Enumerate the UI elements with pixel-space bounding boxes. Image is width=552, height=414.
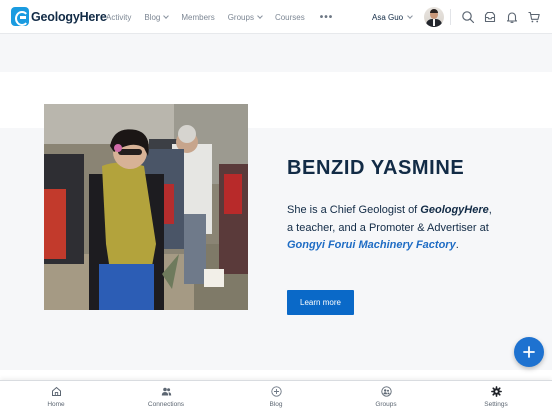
home-icon xyxy=(51,386,61,396)
inbox-icon[interactable] xyxy=(483,10,497,24)
header-divider xyxy=(450,9,451,25)
company-link[interactable]: Gongyi Forui Machinery Factory xyxy=(287,239,456,251)
nav-activity-label: Activity xyxy=(106,12,132,22)
tab-blog[interactable]: Blog xyxy=(236,386,316,408)
top-navbar: GeologyHere Activity Blog Members Groups… xyxy=(0,0,552,34)
bio-text-2: , xyxy=(488,204,492,216)
groups-icon xyxy=(380,386,392,397)
bell-icon[interactable] xyxy=(505,10,519,24)
nav-activity[interactable]: Activity xyxy=(106,13,131,22)
tab-blog-label: Blog xyxy=(269,401,283,408)
more-menu-icon[interactable]: ••• xyxy=(320,12,334,23)
profile-bio: She is a Chief Geologist of GeologyHere,… xyxy=(287,202,527,255)
nav-courses[interactable]: Courses xyxy=(275,13,305,22)
chevron-down-icon xyxy=(257,12,263,19)
tab-connections[interactable]: Connections xyxy=(126,386,206,408)
plus-icon xyxy=(523,346,535,358)
tab-groups[interactable]: Groups xyxy=(346,386,426,408)
tab-home[interactable]: Home xyxy=(16,386,96,408)
main-nav: Activity Blog Members Groups Courses ••• xyxy=(106,0,346,34)
avatar[interactable] xyxy=(424,7,445,27)
learn-more-button[interactable]: Learn more xyxy=(287,290,354,315)
bottom-tab-bar: Home Connections Blog Groups Settings xyxy=(0,380,552,414)
bio-text-3: a teacher, and a Promoter & Advertiser a… xyxy=(287,221,489,234)
chevron-down-icon xyxy=(163,12,170,19)
tab-settings-label: Settings xyxy=(484,401,508,408)
nav-groups-label: Groups xyxy=(227,12,254,22)
nav-courses-label: Courses xyxy=(274,12,305,22)
fab-plus-button[interactable] xyxy=(514,337,544,367)
bio-text-4: . xyxy=(455,239,459,251)
bio-brand: GeologyHere xyxy=(420,204,489,216)
chevron-down-icon xyxy=(407,12,413,19)
hero-top-band xyxy=(0,34,552,72)
user-menu[interactable]: Asa Guo xyxy=(372,7,445,27)
tab-home-label: Home xyxy=(47,401,65,408)
profile-photo xyxy=(44,104,248,310)
tab-connections-label: Connections xyxy=(147,401,185,408)
bio-text-1: She is a Chief Geologist of xyxy=(287,204,421,216)
tab-groups-label: Groups xyxy=(375,401,397,408)
tab-settings[interactable]: Settings xyxy=(456,386,536,408)
site-logo[interactable]: GeologyHere xyxy=(11,7,107,26)
user-name: Asa Guo xyxy=(372,12,404,22)
plus-circle-icon xyxy=(270,386,282,397)
logo-text: GeologyHere xyxy=(31,9,107,24)
nav-members[interactable]: Members xyxy=(181,13,214,22)
logo-mark-icon xyxy=(11,7,29,26)
connections-icon xyxy=(161,387,171,396)
nav-blog[interactable]: Blog xyxy=(144,12,170,22)
nav-blog-label: Blog xyxy=(144,12,161,22)
profile-name: BENZID YASMINE xyxy=(287,157,465,179)
search-icon[interactable] xyxy=(461,10,475,24)
nav-groups[interactable]: Groups xyxy=(227,12,263,22)
nav-members-label: Members xyxy=(181,12,215,22)
cart-icon[interactable] xyxy=(527,10,541,24)
gear-icon xyxy=(490,386,502,397)
